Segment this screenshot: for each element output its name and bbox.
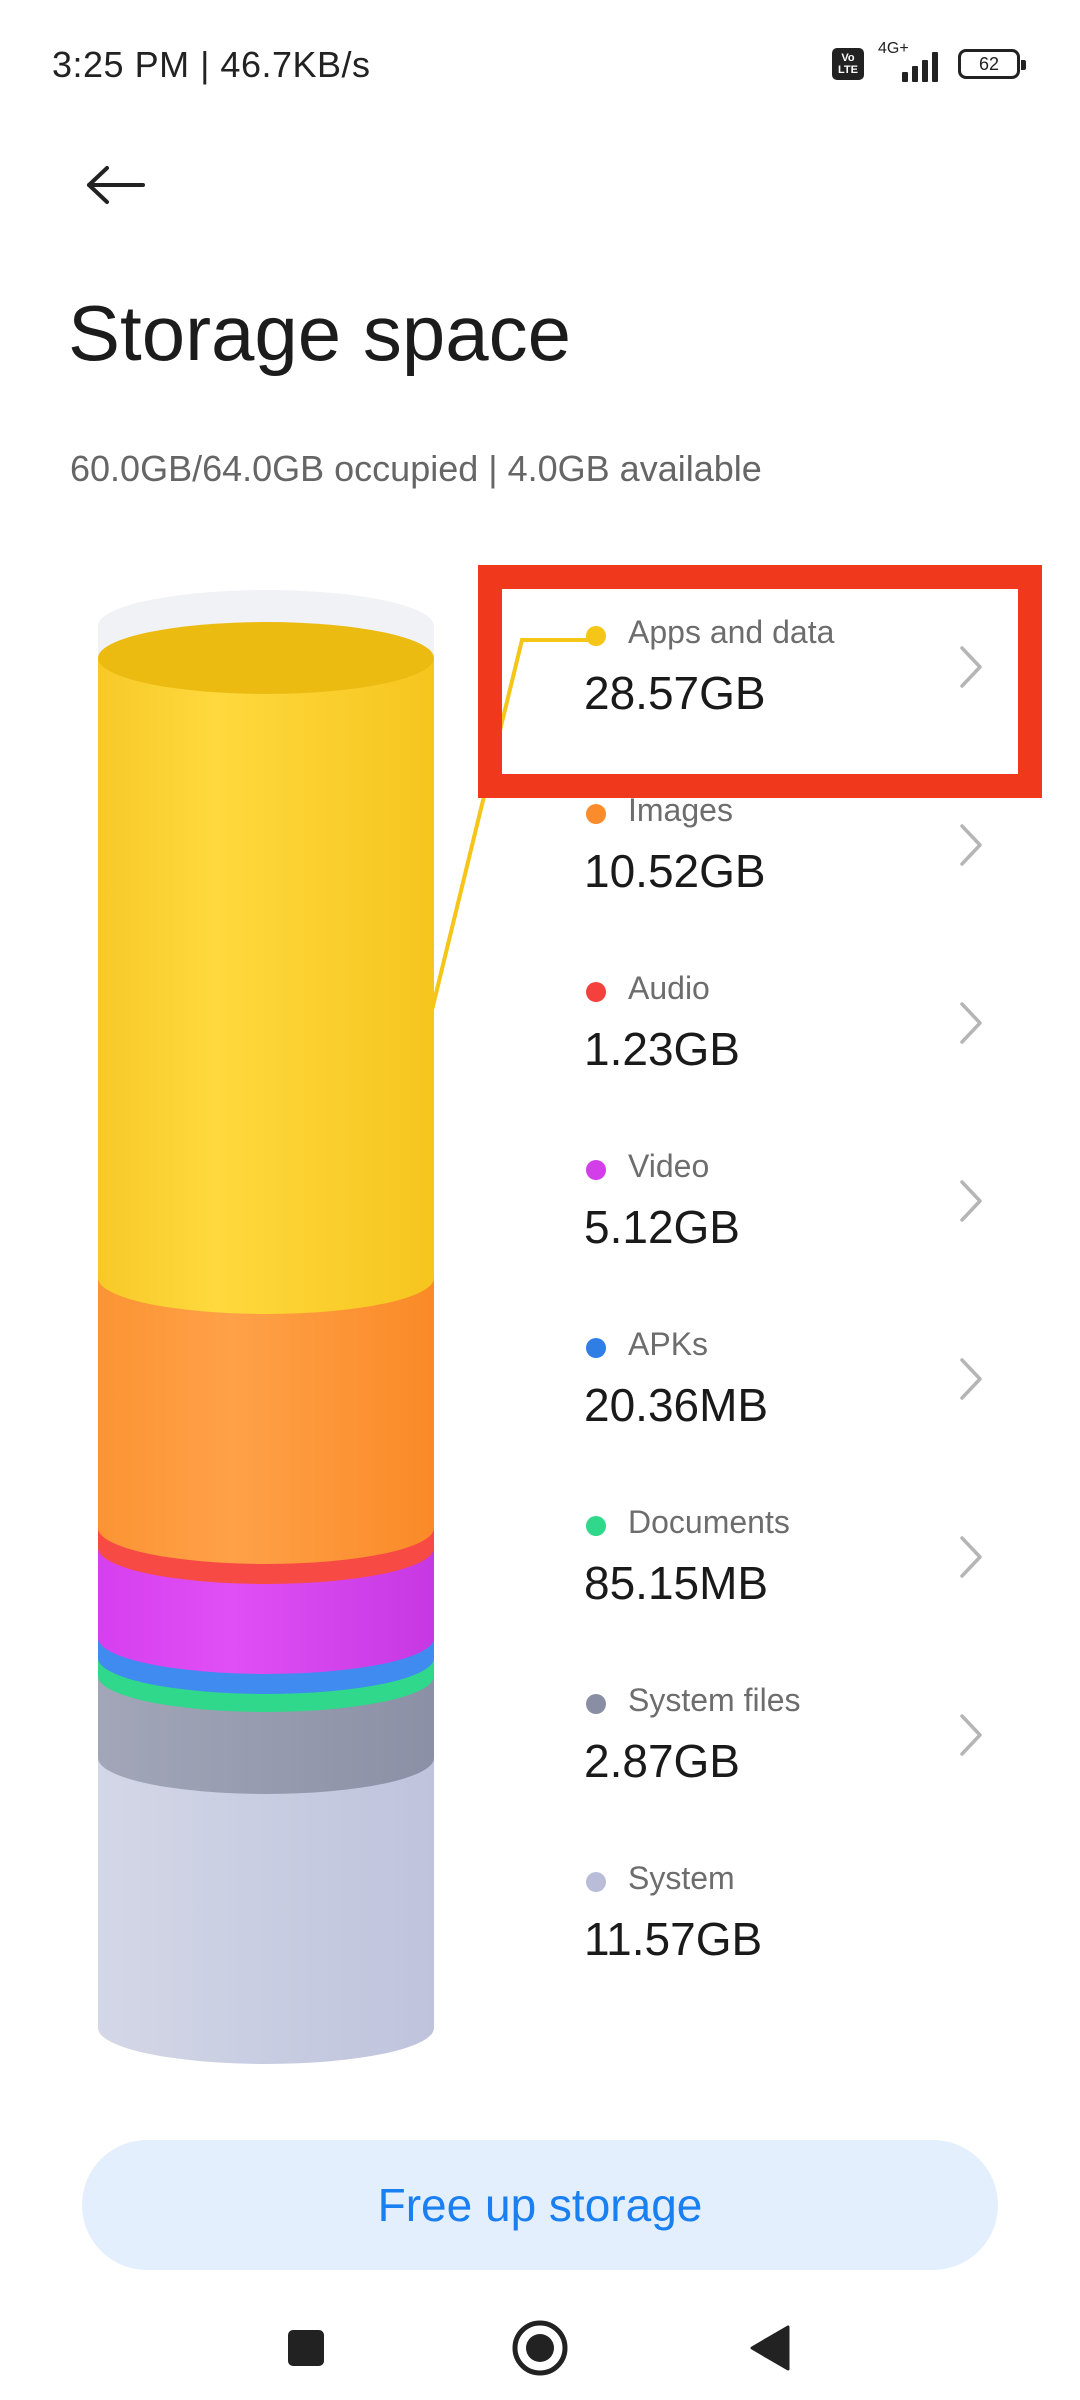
storage-item-apks[interactable]: APKs 20.36MB xyxy=(560,1302,1000,1452)
status-time-speed: 3:25 PM | 46.7KB/s xyxy=(52,44,371,85)
storage-item-images[interactable]: Images 10.52GB xyxy=(560,768,1000,918)
storage-item-apps-and-data[interactable]: Apps and data 28.57GB xyxy=(560,590,1000,740)
volte-icon: Vo LTE xyxy=(832,48,864,80)
storage-item-system-files[interactable]: System files 2.87GB xyxy=(560,1658,1000,1808)
storage-item-value: 28.57GB xyxy=(584,667,766,719)
storage-cylinder-chart xyxy=(98,590,434,2064)
storage-item-label: System files xyxy=(628,1682,801,1718)
square-icon xyxy=(288,2330,324,2366)
volte-top-text: Vo xyxy=(841,52,855,64)
storage-item-label: Audio xyxy=(628,970,710,1006)
battery-icon: 62 xyxy=(958,49,1026,79)
storage-item-label: Images xyxy=(628,792,733,828)
home-circle-icon xyxy=(512,2320,568,2376)
chevron-right-icon xyxy=(960,1180,982,1222)
storage-item-value: 11.57GB xyxy=(584,1913,763,1965)
storage-item-video[interactable]: Video 5.12GB xyxy=(560,1124,1000,1274)
back-button[interactable] xyxy=(70,140,160,230)
audio-dot xyxy=(586,982,606,1002)
chevron-right-icon xyxy=(960,646,982,688)
video-dot xyxy=(586,1160,606,1180)
signal-bar-2 xyxy=(912,66,918,82)
storage-item-value: 1.23GB xyxy=(584,1023,740,1075)
chevron-right-icon xyxy=(960,824,982,866)
images-segment xyxy=(98,1278,434,1564)
chevron-right-icon xyxy=(960,1714,982,1756)
storage-item-label: Apps and data xyxy=(628,614,835,650)
signal-bar-1 xyxy=(902,72,908,82)
battery-level: 62 xyxy=(978,53,1000,74)
images-dot xyxy=(586,804,606,824)
storage-item-label: System xyxy=(628,1860,735,1896)
storage-item-label: APKs xyxy=(628,1326,709,1362)
storage-item-label: Video xyxy=(628,1148,710,1184)
storage-item-value: 10.52GB xyxy=(584,845,766,897)
status-bar: 3:25 PM | 46.7KB/s Vo LTE 4G+ 62 xyxy=(0,0,1080,130)
system-files-dot xyxy=(586,1694,606,1714)
storage-item-value: 85.15MB xyxy=(584,1557,769,1609)
storage-item-value: 20.36MB xyxy=(584,1379,769,1431)
status-icons: Vo LTE 4G+ 62 xyxy=(832,40,1026,84)
signal-bar-4 xyxy=(932,52,938,82)
apps-data-segment xyxy=(98,658,434,1314)
storage-summary: 60.0GB/64.0GB occupied | 4.0GB available xyxy=(70,448,762,489)
network-type: 4G+ xyxy=(878,40,909,57)
signal-bar-3 xyxy=(922,60,928,82)
storage-item-documents[interactable]: Documents 85.15MB xyxy=(560,1480,1000,1630)
system-dot xyxy=(586,1872,606,1892)
system-segment xyxy=(98,1758,434,2064)
signal-icon: 4G+ xyxy=(876,40,946,82)
storage-item-audio[interactable]: Audio 1.23GB xyxy=(560,946,1000,1096)
recents-button[interactable] xyxy=(276,2318,336,2378)
apps-and-data-dot xyxy=(586,626,606,646)
home-button[interactable] xyxy=(510,2318,570,2378)
apps-data-top xyxy=(98,622,434,694)
back-arrow-icon xyxy=(87,166,145,204)
storage-item-value: 5.12GB xyxy=(584,1201,740,1253)
volte-bottom-text: LTE xyxy=(838,64,858,76)
documents-dot xyxy=(586,1516,606,1536)
back-triangle-icon xyxy=(750,2325,790,2371)
chevron-right-icon xyxy=(960,1002,982,1044)
storage-item-system: System 11.57GB xyxy=(560,1836,1000,1986)
free-up-storage-button[interactable]: Free up storage xyxy=(82,2140,998,2270)
chevron-right-icon xyxy=(960,1358,982,1400)
back-nav-button[interactable] xyxy=(740,2318,800,2378)
chevron-right-icon xyxy=(960,1536,982,1578)
apks-dot xyxy=(586,1338,606,1358)
storage-item-value: 2.87GB xyxy=(584,1735,740,1787)
page-title: Storage space xyxy=(68,289,572,377)
storage-item-label: Documents xyxy=(628,1504,790,1540)
navigation-bar xyxy=(0,2290,1080,2400)
